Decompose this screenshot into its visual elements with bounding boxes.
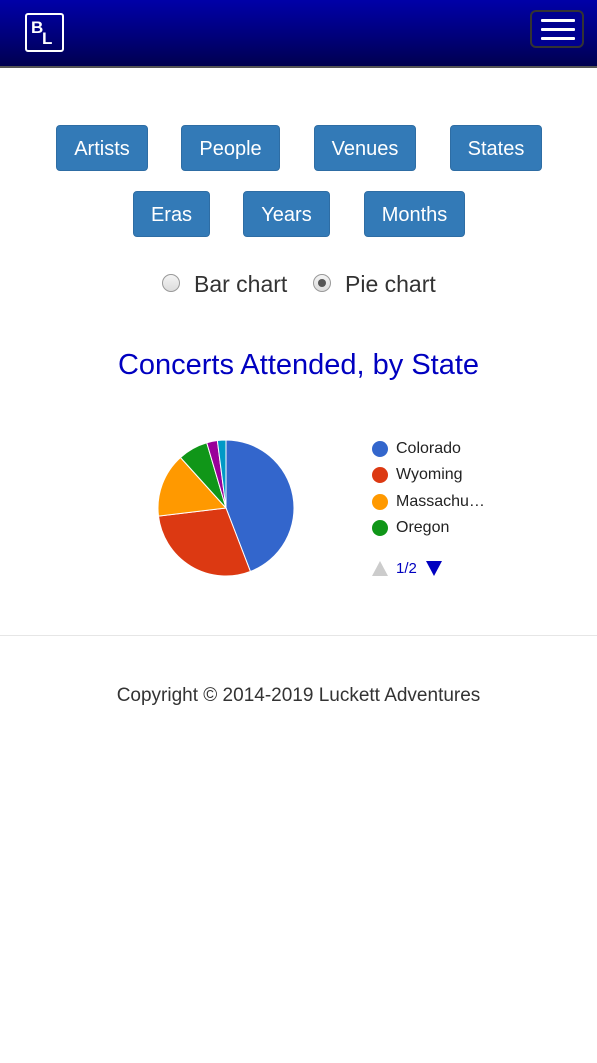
legend-label-oregon: Oregon bbox=[396, 518, 450, 536]
legend-label-colorado: Colorado bbox=[396, 440, 461, 457]
legend-prev-icon[interactable] bbox=[372, 561, 388, 576]
venues-button[interactable]: Venues bbox=[314, 125, 416, 171]
menu-toggle-button[interactable] bbox=[530, 10, 584, 48]
legend-dot-oregon bbox=[372, 519, 388, 536]
legend-label-wyoming: Wyoming bbox=[396, 466, 463, 484]
footer-divider bbox=[0, 635, 597, 636]
bar-chart-radio[interactable] bbox=[162, 274, 180, 292]
eras-button[interactable]: Eras bbox=[133, 191, 210, 237]
months-button[interactable]: Months bbox=[364, 191, 465, 237]
legend-dot-wyoming bbox=[372, 467, 388, 484]
chart-title: Concerts Attended, by State bbox=[117, 349, 480, 381]
pie-chart-label[interactable]: Pie chart bbox=[345, 271, 436, 298]
years-button[interactable]: Years bbox=[243, 191, 330, 237]
copyright-text: Copyright © 2014-2019 Luckett Adventures bbox=[116, 685, 481, 706]
pie-chart bbox=[157, 439, 295, 577]
legend-next-icon[interactable] bbox=[426, 561, 442, 576]
top-navbar: B L bbox=[0, 0, 597, 68]
legend-label-massachu: Massachu… bbox=[396, 492, 485, 510]
people-button[interactable]: People bbox=[181, 125, 280, 171]
brand-logo[interactable]: B L bbox=[25, 13, 64, 52]
logo-letter-l: L bbox=[42, 29, 53, 48]
pie-chart-radio[interactable] bbox=[313, 274, 331, 292]
legend-dot-colorado bbox=[372, 441, 388, 457]
bar-chart-label[interactable]: Bar chart bbox=[194, 271, 287, 298]
legend-page-indicator: 1/2 bbox=[396, 560, 417, 577]
legend-dot-massachu bbox=[372, 493, 388, 510]
artists-button[interactable]: Artists bbox=[56, 125, 148, 171]
states-button[interactable]: States bbox=[450, 125, 542, 171]
